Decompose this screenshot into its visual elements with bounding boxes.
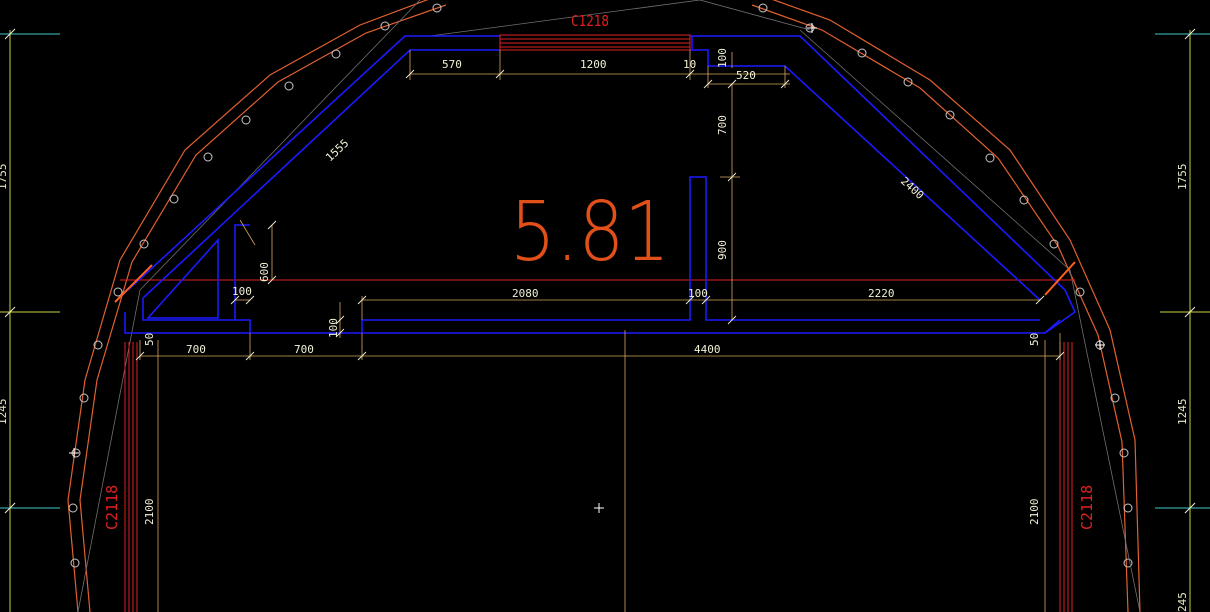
dim-100-top: 100 (716, 48, 729, 68)
left-window-label: C2118 (103, 485, 121, 530)
right-window-symbol (1059, 342, 1073, 612)
dim-2220: 2220 (868, 287, 895, 300)
top-window-symbol (499, 34, 691, 51)
dim-700-vert: 700 (716, 115, 729, 135)
dim-100-b: 100 (688, 287, 708, 300)
right-axis-1245: 1245 (1176, 399, 1189, 426)
dim-2080: 2080 (512, 287, 539, 300)
floor-level-number: 5.81 (510, 185, 670, 280)
construction-lines (77, 0, 1141, 612)
dim-700-b: 700 (294, 343, 314, 356)
dim-2400: 2400 (898, 175, 926, 202)
left-axis-1245: 1245 (0, 399, 9, 426)
dim-1555: 1555 (323, 137, 351, 165)
left-window-symbol (124, 342, 138, 612)
dim-700-a: 700 (186, 343, 206, 356)
dim-2100-right: 2100 (1028, 499, 1041, 526)
dim-520: 520 (736, 69, 756, 82)
dim-4400: 4400 (694, 343, 721, 356)
dim-100-c: 100 (327, 318, 340, 338)
left-axis-1755: 1755 (0, 164, 9, 191)
dim-2100-left: 2100 (143, 499, 156, 526)
hull-markers (68, 3, 1133, 568)
dim-100-a: 100 (232, 285, 252, 298)
dim-600: 600 (258, 262, 271, 282)
right-window-label: C2118 (1078, 485, 1096, 530)
dim-900: 900 (716, 240, 729, 260)
dimension-texts: 570 1200 10 100 520 700 1555 2400 900 60… (0, 48, 1189, 612)
right-axis-245: 245 (1176, 592, 1189, 612)
cad-drawing-canvas[interactable]: C1218 C2118 C2118 5.81 570 1200 10 100 5… (0, 0, 1210, 612)
dim-50-right: 50 (1028, 333, 1041, 346)
dim-570: 570 (442, 58, 462, 71)
dim-1200: 1200 (580, 58, 607, 71)
top-window-label: C1218 (571, 12, 609, 30)
outer-hull (67, 0, 1141, 612)
dim-50-left: 50 (143, 333, 156, 346)
right-axis-1755: 1755 (1176, 164, 1189, 191)
dim-10: 10 (683, 58, 696, 71)
dimension-lines (139, 50, 1061, 612)
